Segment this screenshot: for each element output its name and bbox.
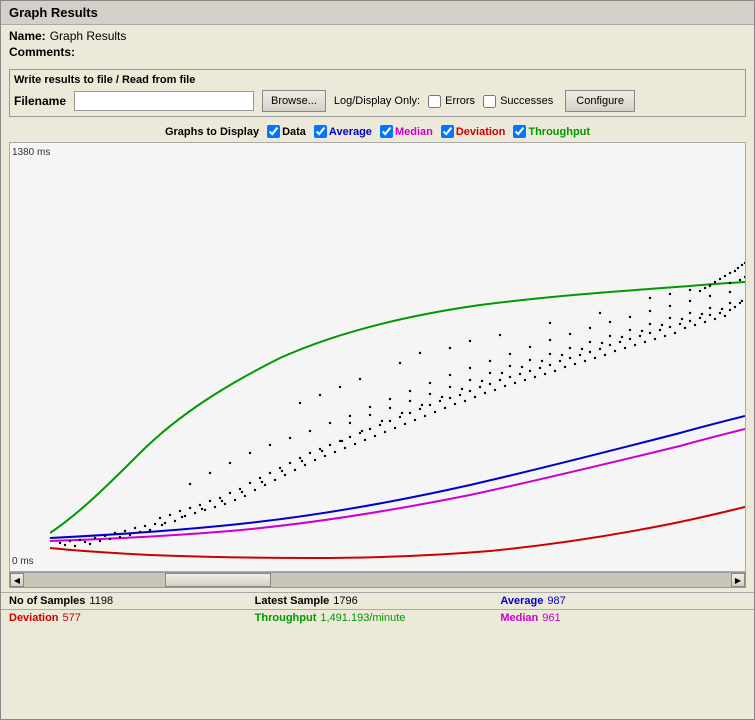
stats-bar-2: Deviation 577 Throughput 1,491.193/minut… <box>1 609 754 626</box>
median-label: Median <box>395 126 433 138</box>
throughput-value: 1,491.193/minute <box>320 612 405 624</box>
title-bar: Graph Results <box>1 1 754 25</box>
file-section-title: Write results to file / Read from file <box>14 74 741 86</box>
name-value: Graph Results <box>50 29 127 43</box>
average-group: Average 987 <box>500 595 746 607</box>
errors-label: Errors <box>445 95 475 107</box>
window-title: Graph Results <box>9 5 98 20</box>
average-checkbox[interactable] <box>314 125 327 138</box>
deviation-label: Deviation <box>9 612 59 624</box>
errors-checkbox[interactable] <box>428 95 441 108</box>
latest-sample-group: Latest Sample 1796 <box>255 595 501 607</box>
deviation-group: Deviation 577 <box>9 612 255 624</box>
graphs-to-display-label: Graphs to Display <box>165 126 259 138</box>
deviation-checkbox[interactable] <box>441 125 454 138</box>
comments-label: Comments: <box>9 45 75 59</box>
samples-group: No of Samples 1198 <box>9 595 255 607</box>
scroll-left-button[interactable]: ◀ <box>10 573 24 587</box>
no-of-samples-value: 1198 <box>89 595 113 607</box>
median-group: Median 961 <box>500 612 746 624</box>
configure-button[interactable]: Configure <box>565 90 635 112</box>
name-label: Name: <box>9 29 46 43</box>
browse-button[interactable]: Browse... <box>262 90 326 112</box>
latest-sample-label: Latest Sample <box>255 595 330 607</box>
data-checkbox[interactable] <box>267 125 280 138</box>
median-label: Median <box>500 612 538 624</box>
data-check-group: Data <box>267 125 306 138</box>
y-axis-top: 1380 ms <box>12 147 50 158</box>
throughput-label: Throughput <box>255 612 317 624</box>
scroll-right-button[interactable]: ▶ <box>731 573 745 587</box>
average-value: 987 <box>547 595 565 607</box>
file-section: Write results to file / Read from file F… <box>9 69 746 117</box>
graph-svg <box>50 143 745 572</box>
no-of-samples-label: No of Samples <box>9 595 85 607</box>
successes-label: Successes <box>500 95 553 107</box>
stats-bar: No of Samples 1198 Latest Sample 1796 Av… <box>1 592 754 609</box>
log-display-label: Log/Display Only: <box>334 95 420 107</box>
throughput-label: Throughput <box>528 126 590 138</box>
throughput-check-group: Throughput <box>513 125 590 138</box>
average-label: Average <box>500 595 543 607</box>
y-axis-bottom: 0 ms <box>12 556 34 567</box>
average-check-group: Average <box>314 125 372 138</box>
data-label: Data <box>282 126 306 138</box>
average-label: Average <box>329 126 372 138</box>
graph-area: 1380 ms 0 ms <box>9 142 746 572</box>
deviation-value: 577 <box>63 612 81 624</box>
latest-sample-value: 1796 <box>333 595 357 607</box>
throughput-group: Throughput 1,491.193/minute <box>255 612 501 624</box>
scroll-thumb[interactable] <box>165 573 271 587</box>
errors-checkbox-group: Errors <box>428 95 475 108</box>
main-window: Graph Results Name: Graph Results Commen… <box>0 0 755 720</box>
deviation-check-group: Deviation <box>441 125 506 138</box>
horizontal-scrollbar[interactable]: ◀ ▶ <box>9 572 746 588</box>
filename-label: Filename <box>14 94 66 108</box>
successes-checkbox[interactable] <box>483 95 496 108</box>
graphs-to-display: Graphs to Display Data Average Median De… <box>1 121 754 142</box>
deviation-label: Deviation <box>456 126 506 138</box>
median-value: 961 <box>542 612 560 624</box>
median-check-group: Median <box>380 125 433 138</box>
median-checkbox[interactable] <box>380 125 393 138</box>
successes-checkbox-group: Successes <box>483 95 553 108</box>
throughput-checkbox[interactable] <box>513 125 526 138</box>
filename-input[interactable] <box>74 91 254 111</box>
scroll-track[interactable] <box>24 573 731 587</box>
